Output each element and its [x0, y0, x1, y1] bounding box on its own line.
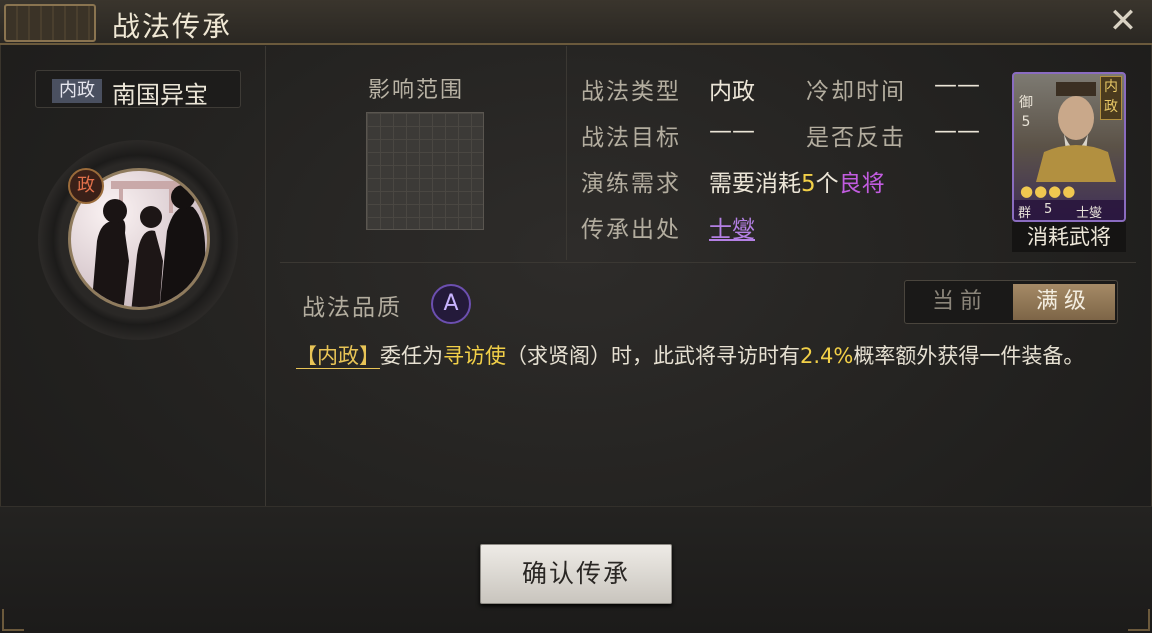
train-requirement: 需要消耗5个良将 — [709, 164, 885, 198]
target-value: —— — [709, 118, 755, 144]
cooldown-value: —— — [934, 72, 980, 98]
target-label: 战法目标 — [581, 125, 681, 151]
desc-tag: 【内政】 — [296, 344, 380, 369]
skill-description: 【内政】委任为寻访使（求贤阁）时，此武将寻访时有2.4%概率额外获得一件装备。 — [296, 340, 1126, 372]
skill-type-tag: 内政 — [52, 79, 102, 103]
card-stat-label: 御 — [1019, 95, 1033, 111]
desc-part2: （求贤阁）时，此武将寻访时有 — [506, 344, 800, 368]
desc-part1: 委任为 — [380, 344, 443, 368]
card-stat: 御5 — [1016, 94, 1036, 132]
skill-name-box: 内政 南国异宝 — [35, 70, 241, 109]
general-card[interactable]: 内政 御5 ●●●● 群 5 士燮 — [1012, 72, 1126, 222]
desc-part3: 概率额外获得一件装备。 — [853, 344, 1085, 368]
card-faction: 群 — [1018, 206, 1032, 221]
card-caption: 消耗武将 — [1012, 222, 1126, 252]
close-icon[interactable]: ✕ — [1106, 4, 1140, 40]
corner-ornament-icon — [2, 609, 24, 631]
quality-label: 战法品质 — [302, 295, 402, 321]
quality-grade-badge: A — [431, 284, 471, 324]
train-unit: 个 — [815, 171, 839, 197]
toggle-current-button[interactable]: 当前 — [909, 284, 1011, 320]
emblem-badge: 政 — [68, 168, 104, 204]
toggle-max-button[interactable]: 满级 — [1013, 284, 1115, 320]
card-stars-icon: ●●●● — [1020, 182, 1077, 200]
dialog-title: 战法传承 — [112, 10, 233, 43]
card-footer: 群 5 士燮 — [1014, 200, 1124, 220]
train-quality: 良将 — [838, 171, 885, 197]
level-toggle: 当前 满级 — [904, 280, 1118, 324]
title-ornament-icon — [4, 4, 96, 42]
source-label: 传承出处 — [581, 217, 681, 243]
skill-name: 南国异宝 — [112, 81, 208, 109]
range-label: 影响范围 — [368, 78, 465, 103]
counter-label: 是否反击 — [806, 125, 906, 151]
confirm-inherit-button[interactable]: 确认传承 — [480, 544, 672, 604]
card-type-badge: 内政 — [1100, 76, 1122, 120]
card-cost: 5 — [1044, 202, 1053, 217]
train-count: 5 — [801, 171, 816, 197]
type-value: 内政 — [709, 79, 755, 105]
source-general-link[interactable]: 士燮 — [709, 210, 755, 244]
card-stat-value: 5 — [1021, 114, 1031, 130]
train-label: 演练需求 — [581, 171, 681, 197]
cooldown-label: 冷却时间 — [806, 79, 906, 105]
train-prefix: 需要消耗 — [709, 171, 801, 197]
type-label: 战法类型 — [581, 79, 681, 105]
counter-value: —— — [934, 118, 980, 144]
desc-role: 寻访使 — [443, 344, 506, 368]
card-name: 士燮 — [1076, 206, 1103, 221]
desc-chance: 2.4% — [800, 344, 854, 368]
divider — [280, 262, 1136, 263]
title-bar: 战法传承 ✕ — [0, 0, 1152, 45]
range-grid — [366, 112, 484, 230]
corner-ornament-icon — [1128, 609, 1150, 631]
divider — [566, 46, 567, 260]
